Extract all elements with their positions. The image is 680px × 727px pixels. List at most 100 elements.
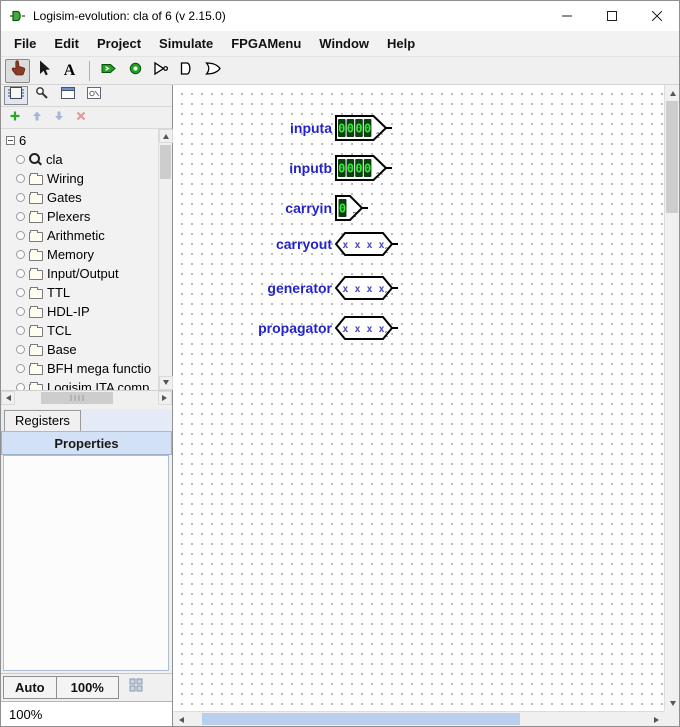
- add-circuit-button[interactable]: [6, 110, 24, 126]
- edit-tool-button[interactable]: [31, 59, 56, 83]
- menu-item[interactable]: FPGAMenu: [222, 32, 310, 55]
- tree-item[interactable]: Arithmetic: [1, 226, 158, 245]
- tree-item-icon: [29, 153, 42, 166]
- tree-root-project[interactable]: 6: [1, 131, 158, 150]
- expander-icon[interactable]: [16, 269, 25, 278]
- text-tool-button[interactable]: A: [57, 59, 82, 83]
- grid-toggle-button[interactable]: [125, 678, 147, 698]
- scroll-right-button[interactable]: [649, 712, 664, 726]
- not-gate-tool-button[interactable]: [149, 59, 174, 83]
- tree-item[interactable]: Input/Output: [1, 264, 158, 283]
- move-circuit-down-button[interactable]: [50, 110, 68, 126]
- tree-item[interactable]: HDL-IP: [1, 302, 158, 321]
- scroll-down-button[interactable]: [159, 376, 173, 390]
- simulation-tree-icon: [34, 85, 50, 106]
- auto-zoom-button[interactable]: Auto: [3, 676, 57, 699]
- menu-item[interactable]: Simulate: [150, 32, 222, 55]
- tree-item[interactable]: Gates: [1, 188, 158, 207]
- expander-icon[interactable]: [16, 250, 25, 259]
- scroll-left-button[interactable]: [173, 712, 188, 726]
- component-inputa[interactable]: inputa 0000 2: [173, 115, 393, 141]
- circuit-canvas[interactable]: inputa 0000 2 inputb 0000 2 carryin 0 2 …: [173, 85, 679, 726]
- expander-icon[interactable]: [16, 174, 25, 183]
- scroll-thumb[interactable]: [202, 713, 520, 725]
- tab-properties[interactable]: Properties: [1, 432, 172, 455]
- expander-icon[interactable]: [16, 307, 25, 316]
- menu-item[interactable]: Window: [310, 32, 378, 55]
- toolbar-separator: [89, 60, 90, 81]
- output-pin-shape[interactable]: x x x x 2: [335, 231, 399, 257]
- tree-item[interactable]: Plexers: [1, 207, 158, 226]
- menu-item[interactable]: Project: [88, 32, 150, 55]
- output-pin-tool-button[interactable]: [123, 59, 148, 83]
- canvas-view[interactable]: inputa 0000 2 inputb 0000 2 carryin 0 2 …: [173, 85, 664, 711]
- expander-icon[interactable]: [16, 231, 25, 240]
- expander-icon[interactable]: [16, 193, 25, 202]
- scroll-thumb[interactable]: [160, 145, 171, 179]
- expander-icon[interactable]: [16, 326, 25, 335]
- expander-icon[interactable]: [16, 212, 25, 221]
- canvas-vertical-scrollbar[interactable]: [664, 85, 679, 711]
- tree-item[interactable]: BFH mega functio: [1, 359, 158, 378]
- tab-registers[interactable]: Registers: [4, 410, 81, 431]
- scroll-thumb[interactable]: [666, 101, 678, 213]
- input-pin-shape[interactable]: 0 2: [335, 195, 369, 221]
- menu-item[interactable]: Help: [378, 32, 424, 55]
- menu-item[interactable]: Edit: [45, 32, 88, 55]
- component-propagator[interactable]: propagator x x x x 2: [173, 315, 399, 341]
- output-pin-shape[interactable]: x x x x 2: [335, 275, 399, 301]
- simulation-view-button[interactable]: [30, 86, 54, 105]
- scroll-up-button[interactable]: [665, 85, 679, 100]
- and-gate-tool-button[interactable]: [175, 59, 200, 83]
- expander-icon[interactable]: [16, 383, 25, 390]
- window-title: Logisim-evolution: cla of 6 (v 2.15.0): [33, 9, 226, 23]
- scroll-right-button[interactable]: [158, 391, 172, 405]
- expander-icon[interactable]: [16, 345, 25, 354]
- expander-icon[interactable]: [16, 155, 25, 164]
- tree-item[interactable]: cla: [1, 150, 158, 169]
- scroll-track[interactable]: [188, 712, 649, 726]
- scroll-thumb[interactable]: [41, 392, 113, 404]
- tree-item[interactable]: Logisim ITA comp: [1, 378, 158, 390]
- input-pin-tool-button[interactable]: [97, 59, 122, 83]
- output-pin-shape[interactable]: x x x x 2: [335, 315, 399, 341]
- scroll-down-button[interactable]: [665, 696, 679, 711]
- tree-item[interactable]: TTL: [1, 283, 158, 302]
- appearance-editor-button[interactable]: [82, 86, 106, 105]
- tree-item[interactable]: TCL: [1, 321, 158, 340]
- component-inputb[interactable]: inputb 0000 2: [173, 155, 393, 181]
- component-carryout[interactable]: carryout x x x x 2: [173, 231, 399, 257]
- scroll-up-button[interactable]: [159, 129, 173, 143]
- close-button[interactable]: [634, 1, 679, 31]
- tree-item-icon: [29, 343, 43, 356]
- poke-tool-button[interactable]: [5, 58, 30, 83]
- zoom-level-button[interactable]: 100%: [56, 676, 119, 699]
- tree-vertical-scrollbar[interactable]: [158, 129, 173, 390]
- maximize-button[interactable]: [589, 1, 634, 31]
- expander-icon[interactable]: [6, 136, 15, 145]
- scroll-left-button[interactable]: [1, 391, 15, 405]
- delete-circuit-button[interactable]: [72, 110, 90, 126]
- statusbar: 100%: [1, 701, 172, 726]
- expander-icon[interactable]: [16, 288, 25, 297]
- layout-editor-button[interactable]: [56, 86, 80, 105]
- tree-item[interactable]: Wiring: [1, 169, 158, 188]
- minimize-button[interactable]: [544, 1, 589, 31]
- expander-icon[interactable]: [16, 364, 25, 373]
- tree-item[interactable]: Base: [1, 340, 158, 359]
- tree-horizontal-scrollbar[interactable]: [1, 391, 172, 405]
- menu-item[interactable]: File: [5, 32, 45, 55]
- component-generator[interactable]: generator x x x x 2: [173, 275, 399, 301]
- scroll-track[interactable]: [665, 100, 679, 696]
- scroll-track[interactable]: [159, 143, 172, 376]
- scroll-track[interactable]: [15, 391, 158, 405]
- input-pin-shape[interactable]: 0000 2: [335, 115, 393, 141]
- tree-items: cla Wiring Gates Plexers Arithmetic Memo…: [1, 150, 158, 390]
- toolbox-view-button[interactable]: [4, 86, 28, 105]
- input-pin-shape[interactable]: 0000 2: [335, 155, 393, 181]
- component-carryin[interactable]: carryin 0 2: [173, 195, 369, 221]
- tree-item[interactable]: Memory: [1, 245, 158, 264]
- or-gate-tool-button[interactable]: [201, 59, 226, 83]
- move-circuit-up-button[interactable]: [28, 110, 46, 126]
- canvas-horizontal-scrollbar[interactable]: [173, 711, 664, 726]
